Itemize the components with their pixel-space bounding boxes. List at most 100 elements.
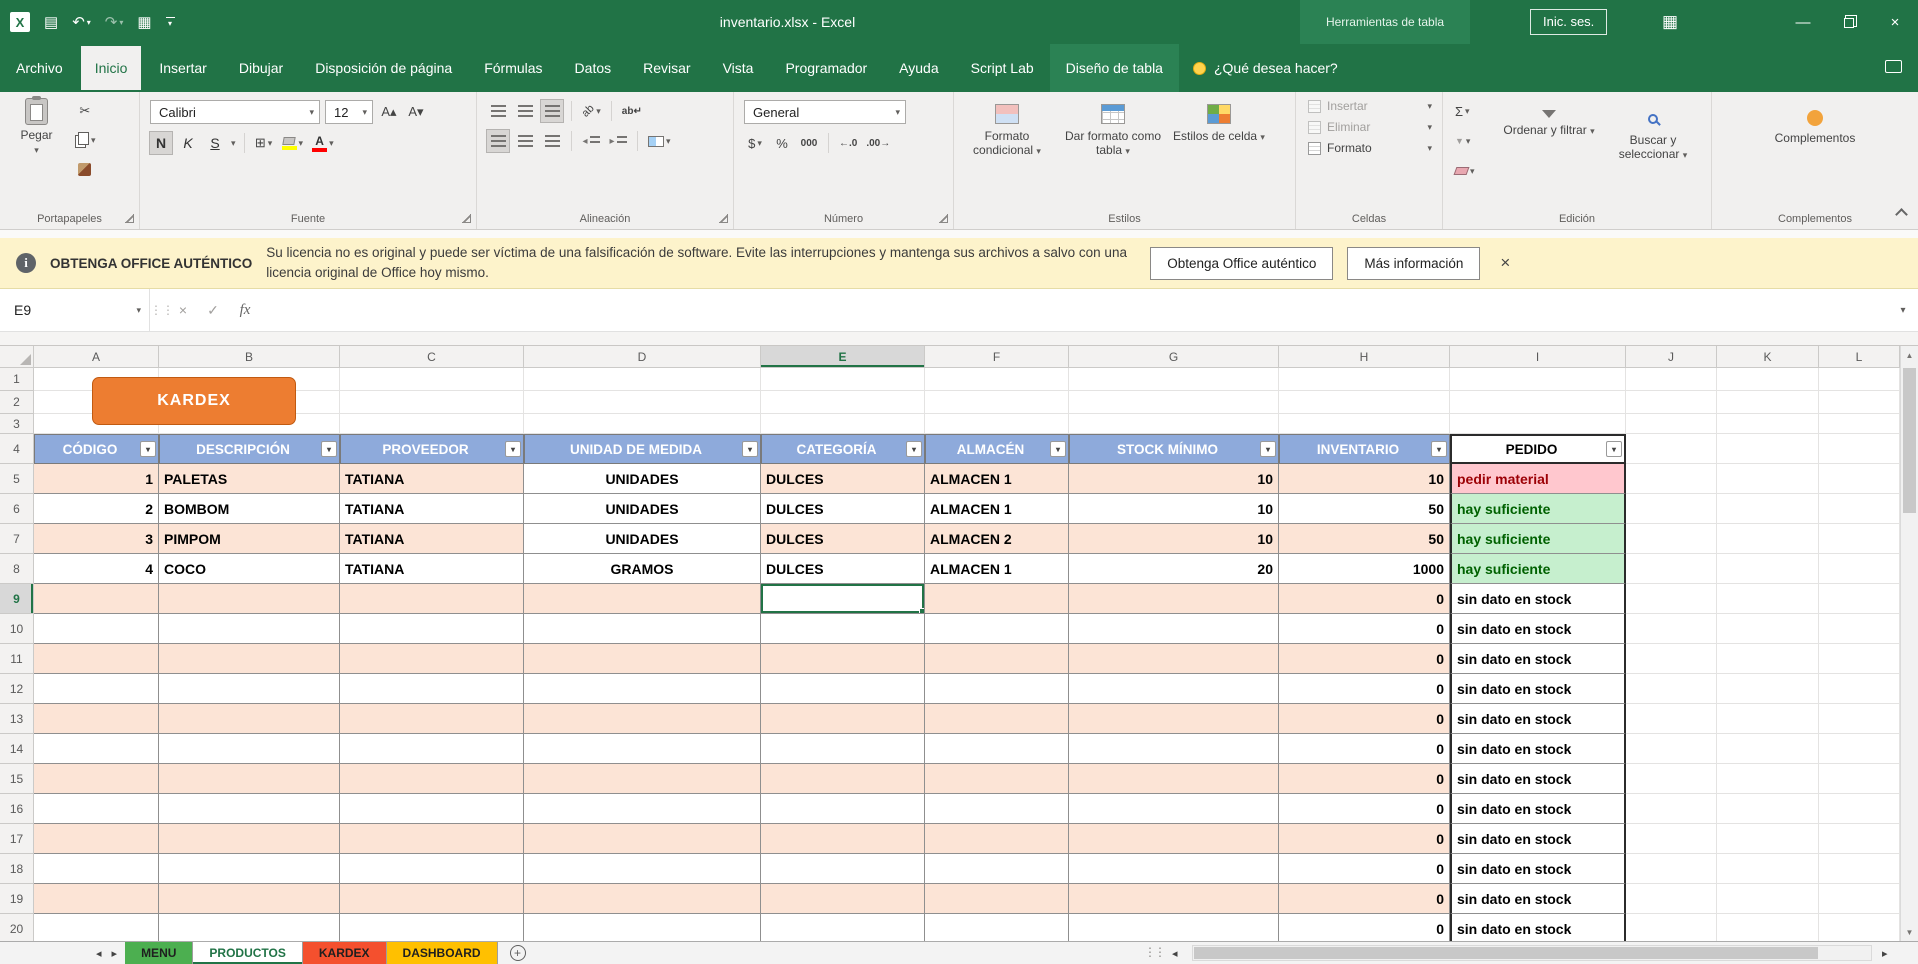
cell-F8[interactable]: ALMACEN 1 bbox=[925, 554, 1069, 584]
cell-B6[interactable]: BOMBOM bbox=[159, 494, 340, 524]
cell-E17[interactable] bbox=[761, 824, 925, 854]
cell-G8[interactable]: 20 bbox=[1069, 554, 1279, 584]
cell-L4[interactable] bbox=[1819, 434, 1900, 464]
more-info-button[interactable]: Más información bbox=[1347, 247, 1480, 280]
cell-C6[interactable]: TATIANA bbox=[340, 494, 524, 524]
sheet-tab-dashboard[interactable]: DASHBOARD bbox=[387, 942, 498, 964]
row-header-5[interactable]: 5 bbox=[0, 464, 34, 494]
cell-F20[interactable] bbox=[925, 914, 1069, 941]
number-format-combo[interactable]: General▾ bbox=[744, 100, 906, 124]
cell-G14[interactable] bbox=[1069, 734, 1279, 764]
cell-A5[interactable]: 1 bbox=[34, 464, 159, 494]
cell-H6[interactable]: 50 bbox=[1279, 494, 1450, 524]
cell-J17[interactable] bbox=[1626, 824, 1717, 854]
cell-J18[interactable] bbox=[1626, 854, 1717, 884]
row-header-7[interactable]: 7 bbox=[0, 524, 34, 554]
cell-E1[interactable] bbox=[761, 368, 925, 391]
tab-programador[interactable]: Programador bbox=[769, 44, 883, 92]
cell-F12[interactable] bbox=[925, 674, 1069, 704]
tab-insertar[interactable]: Insertar bbox=[143, 44, 222, 92]
filter-dropdown-icon[interactable]: ▾ bbox=[505, 441, 521, 457]
enter-icon[interactable]: ✓ bbox=[198, 302, 228, 319]
tab-splitter-grip[interactable]: ⋮⋮ bbox=[1144, 945, 1164, 959]
cell-K9[interactable] bbox=[1717, 584, 1819, 614]
currency-button[interactable]: $▾ bbox=[744, 132, 766, 154]
cell-A10[interactable] bbox=[34, 614, 159, 644]
cell-E7[interactable]: DULCES bbox=[761, 524, 925, 554]
fill-button[interactable]: ▼▾ bbox=[1453, 130, 1477, 152]
font-size-combo[interactable]: 12▾ bbox=[325, 100, 373, 124]
tab-ayuda[interactable]: Ayuda bbox=[883, 44, 954, 92]
cell-H2[interactable] bbox=[1279, 391, 1450, 414]
cell-B11[interactable] bbox=[159, 644, 340, 674]
row-header-9[interactable]: 9 bbox=[0, 584, 34, 614]
cell-E8[interactable]: DULCES bbox=[761, 554, 925, 584]
cell-D5[interactable]: UNIDADES bbox=[524, 464, 761, 494]
column-header-i[interactable]: I bbox=[1450, 346, 1626, 368]
cell-G18[interactable] bbox=[1069, 854, 1279, 884]
ribbon-display-options-icon[interactable]: ▦ bbox=[1662, 12, 1678, 32]
cell-B19[interactable] bbox=[159, 884, 340, 914]
cell-E9[interactable] bbox=[761, 584, 925, 614]
cell-A12[interactable] bbox=[34, 674, 159, 704]
cell-J5[interactable] bbox=[1626, 464, 1717, 494]
filter-dropdown-icon[interactable]: ▾ bbox=[906, 441, 922, 457]
cell-D8[interactable]: GRAMOS bbox=[524, 554, 761, 584]
name-box[interactable]: E9 ▾ bbox=[0, 289, 150, 331]
underline-button[interactable]: S bbox=[204, 132, 226, 154]
horizontal-scrollbar[interactable] bbox=[1192, 945, 1872, 961]
formula-input[interactable] bbox=[262, 289, 1888, 331]
tab-dise-o-de-tabla[interactable]: Diseño de tabla bbox=[1050, 44, 1179, 92]
borders-button[interactable]: ⊞▾ bbox=[253, 132, 275, 154]
paste-button[interactable]: Pegar ▾ bbox=[9, 98, 64, 156]
warning-close-icon[interactable]: × bbox=[1500, 253, 1510, 273]
cell-E5[interactable]: DULCES bbox=[761, 464, 925, 494]
cell-E12[interactable] bbox=[761, 674, 925, 704]
cell-B10[interactable] bbox=[159, 614, 340, 644]
tab-script-lab[interactable]: Script Lab bbox=[955, 44, 1050, 92]
cell-E19[interactable] bbox=[761, 884, 925, 914]
align-right-button[interactable] bbox=[541, 130, 563, 152]
cell-K5[interactable] bbox=[1717, 464, 1819, 494]
cell-J3[interactable] bbox=[1626, 414, 1717, 434]
cell-F11[interactable] bbox=[925, 644, 1069, 674]
cell-K11[interactable] bbox=[1717, 644, 1819, 674]
italic-button[interactable]: K bbox=[177, 132, 199, 154]
copy-button[interactable]: ▾ bbox=[72, 129, 98, 151]
cell-G15[interactable] bbox=[1069, 764, 1279, 794]
align-bottom-button[interactable] bbox=[541, 100, 563, 122]
cell-K12[interactable] bbox=[1717, 674, 1819, 704]
cell-F15[interactable] bbox=[925, 764, 1069, 794]
cell-L8[interactable] bbox=[1819, 554, 1900, 584]
cell-I4[interactable]: PEDIDO▾ bbox=[1450, 434, 1626, 464]
cell-C15[interactable] bbox=[340, 764, 524, 794]
cell-H20[interactable]: 0 bbox=[1279, 914, 1450, 941]
cell-F16[interactable] bbox=[925, 794, 1069, 824]
column-header-g[interactable]: G bbox=[1069, 346, 1279, 368]
cell-E2[interactable] bbox=[761, 391, 925, 414]
bold-button[interactable]: N bbox=[150, 132, 172, 154]
cell-A16[interactable] bbox=[34, 794, 159, 824]
cell-styles-button[interactable]: Estilos de celda ▾ bbox=[1166, 92, 1272, 229]
cell-J20[interactable] bbox=[1626, 914, 1717, 941]
cell-J15[interactable] bbox=[1626, 764, 1717, 794]
cell-E10[interactable] bbox=[761, 614, 925, 644]
decrease-font-button[interactable]: A▾ bbox=[405, 101, 427, 123]
cell-I20[interactable]: sin dato en stock bbox=[1450, 914, 1626, 941]
cell-L17[interactable] bbox=[1819, 824, 1900, 854]
cell-C2[interactable] bbox=[340, 391, 524, 414]
row-header-19[interactable]: 19 bbox=[0, 884, 34, 914]
cell-G2[interactable] bbox=[1069, 391, 1279, 414]
dialog-launcher-icon[interactable] bbox=[939, 214, 948, 223]
filter-dropdown-icon[interactable]: ▾ bbox=[1260, 441, 1276, 457]
cell-D6[interactable]: UNIDADES bbox=[524, 494, 761, 524]
cell-K13[interactable] bbox=[1717, 704, 1819, 734]
cell-L19[interactable] bbox=[1819, 884, 1900, 914]
fill-handle[interactable] bbox=[919, 608, 925, 614]
cell-L9[interactable] bbox=[1819, 584, 1900, 614]
cell-E4[interactable]: CATEGORÍA▾ bbox=[761, 434, 925, 464]
cell-D1[interactable] bbox=[524, 368, 761, 391]
decrease-decimal-button[interactable]: .00→ bbox=[864, 132, 892, 154]
cell-E15[interactable] bbox=[761, 764, 925, 794]
cell-D15[interactable] bbox=[524, 764, 761, 794]
